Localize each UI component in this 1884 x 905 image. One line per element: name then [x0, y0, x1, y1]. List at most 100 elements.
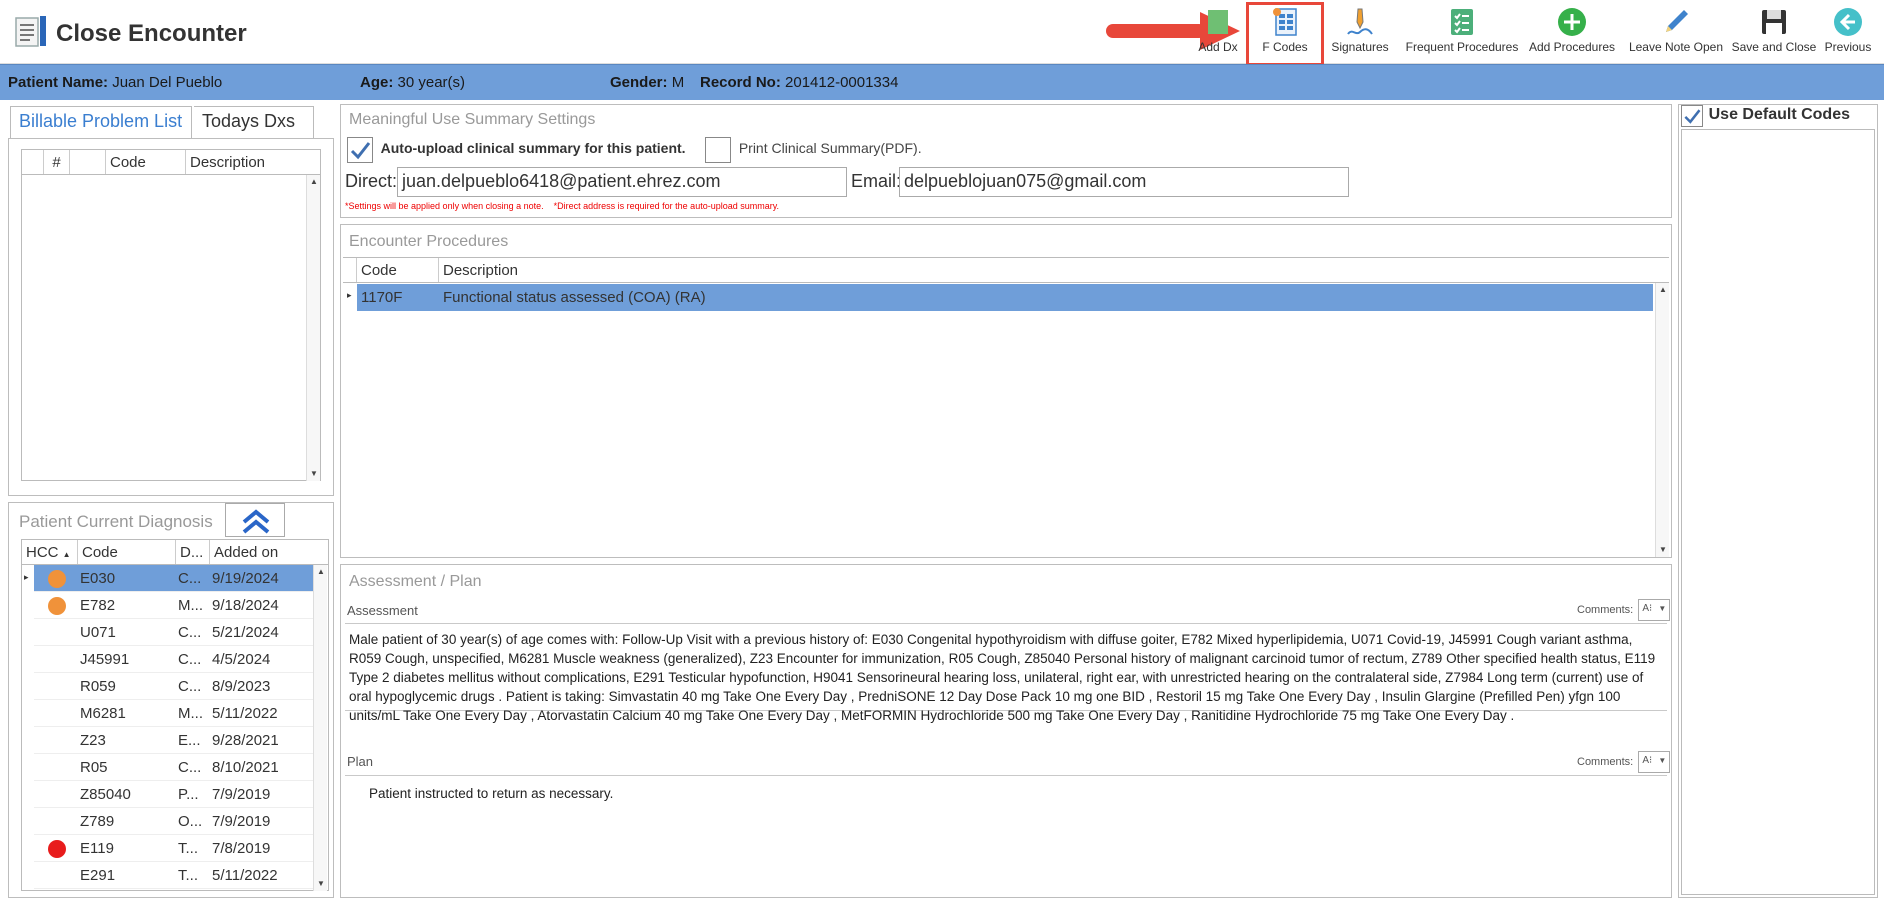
assessment-comments-label: Comments:: [1577, 603, 1634, 616]
diagnosis-description: C...: [178, 678, 202, 695]
assessment-comments-dropdown[interactable]: A⁝ ▼: [1638, 599, 1671, 621]
save-and-close-label: Save and Close: [1731, 40, 1817, 54]
diagnosis-added-on: 7/8/2019: [212, 840, 271, 857]
diagnosis-added-on: 5/21/2024: [212, 624, 279, 641]
direct-address-input[interactable]: juan.delpueblo6418@patient.ehrez.com: [397, 167, 847, 197]
diagnosis-added-on: 7/9/2019: [212, 786, 271, 803]
tab-todays-dxs[interactable]: Todays Dxs: [194, 106, 314, 138]
diagnosis-code: Z789: [80, 813, 115, 830]
scroll-down-icon[interactable]: ▼: [314, 877, 328, 891]
plus-circle-icon: [1558, 8, 1586, 36]
diagnosis-description: C...: [178, 651, 202, 668]
email-input[interactable]: delpueblojuan075@gmail.com: [899, 167, 1349, 197]
collapse-button[interactable]: [225, 503, 285, 537]
diagnosis-description: M...: [178, 597, 203, 614]
add-dx-button[interactable]: Add Dx: [1188, 6, 1248, 62]
diagnosis-description: M...: [178, 705, 203, 722]
print-summary-checkbox[interactable]: [705, 137, 732, 163]
diagnosis-row[interactable]: R05 C... 8/10/2021: [34, 754, 314, 781]
email-label: Email:: [851, 171, 902, 191]
diagnosis-description: P...: [178, 786, 199, 803]
auto-upload-checkbox[interactable]: [347, 137, 373, 163]
assessment-text[interactable]: Male patient of 30 year(s) of age comes …: [345, 623, 1667, 723]
diagnosis-row[interactable]: U071 C... 5/21/2024: [34, 619, 314, 646]
settings-note: *Settings will be applied only when clos…: [345, 201, 780, 211]
save-and-close-button[interactable]: Save and Close: [1730, 6, 1818, 62]
use-default-codes-checkbox[interactable]: [1681, 105, 1703, 127]
procedures-title: Encounter Procedures: [349, 233, 509, 250]
add-procedures-button[interactable]: Add Procedures: [1524, 6, 1620, 62]
double-chevron-up-icon: [242, 509, 270, 534]
diagnosis-row[interactable]: E119 T... 7/8/2019: [34, 835, 314, 862]
diagnosis-row[interactable]: Z23 E... 9/28/2021: [34, 727, 314, 754]
diagnosis-added-on: 8/9/2023: [212, 678, 271, 695]
patient-info-bar: Patient Name: Juan Del Pueblo Age: 30 ye…: [0, 64, 1884, 100]
diagnosis-row[interactable]: E030 C... 9/19/2024: [34, 565, 314, 592]
default-codes-panel: Use Default Codes: [1678, 104, 1878, 898]
plan-comments-dropdown[interactable]: A⁝ ▼: [1638, 751, 1671, 773]
patient-gender: M: [671, 74, 685, 91]
scroll-up-icon[interactable]: ▲: [307, 175, 321, 189]
checklist-icon: [1451, 9, 1473, 35]
col-proc-description: Description: [443, 262, 519, 279]
leave-note-open-label: Leave Note Open: [1628, 40, 1724, 54]
hcc-indicator-dot: [48, 840, 66, 858]
diagnosis-description: T...: [178, 840, 199, 857]
plan-comments-label: Comments:: [1577, 755, 1634, 768]
signatures-button[interactable]: Signatures: [1324, 6, 1396, 62]
use-default-codes-option: Use Default Codes: [1681, 105, 1850, 127]
leave-note-open-button[interactable]: Leave Note Open: [1624, 6, 1728, 62]
diagnosis-code: R05: [80, 759, 108, 776]
col-hcc[interactable]: HCC ▲: [22, 540, 78, 564]
add-dx-label: Add Dx: [1198, 40, 1238, 54]
tab-billable-problem-list[interactable]: Billable Problem List: [10, 106, 192, 138]
patient-age: 30 year(s): [397, 74, 466, 91]
row-pointer-icon: ▸: [24, 572, 29, 582]
procedures-scrollbar[interactable]: ▲ ▼: [1655, 283, 1669, 557]
mu-settings-title: Meaningful Use Summary Settings: [349, 111, 596, 128]
patient-name-label: Patient Name:: [8, 74, 109, 91]
f-codes-button[interactable]: F Codes: [1248, 6, 1322, 62]
diagnosis-row[interactable]: Z789 O... 7/9/2019: [34, 808, 314, 835]
diagnosis-code: E119: [80, 840, 114, 857]
frequent-procedures-button[interactable]: Frequent Procedures: [1402, 6, 1522, 62]
plan-label: Plan: [347, 754, 374, 769]
clipboard-document-icon: [15, 16, 46, 47]
scroll-up-icon[interactable]: ▲: [1656, 283, 1670, 297]
col-number: #: [44, 150, 70, 174]
procedure-row[interactable]: 1170F Functional status assessed (COA) (…: [357, 284, 1653, 311]
billable-problem-panel: # Code Description ▲ ▼: [8, 138, 334, 496]
col-diag-code: Code: [78, 540, 176, 564]
diagnosis-row[interactable]: Z85040 P... 7/9/2019: [34, 781, 314, 808]
check-icon: [1684, 109, 1701, 124]
scroll-down-icon[interactable]: ▼: [307, 467, 321, 481]
diagnosis-grid-scrollbar[interactable]: ▲ ▼: [313, 565, 327, 891]
chevron-down-icon: ▼: [1658, 756, 1667, 765]
chevron-down-icon: ▼: [1658, 604, 1667, 613]
sort-up-icon: ▲: [62, 550, 71, 559]
diagnosis-added-on: 9/18/2024: [212, 597, 279, 614]
signature-pen-icon: [1347, 8, 1373, 35]
diagnosis-code: Z85040: [80, 786, 131, 803]
diagnosis-row[interactable]: J45991 C... 4/5/2024: [34, 646, 314, 673]
diagnosis-code: Z23: [80, 732, 106, 749]
plan-text[interactable]: Patient instructed to return as necessar…: [345, 775, 1667, 893]
scroll-up-icon[interactable]: ▲: [314, 565, 328, 579]
diagnosis-code: R059: [80, 678, 116, 695]
diagnosis-row[interactable]: E782 M... 9/18/2024: [34, 592, 314, 619]
diagnosis-added-on: 5/11/2022: [212, 705, 278, 722]
diagnosis-row[interactable]: R059 C... 8/9/2023: [34, 673, 314, 700]
diagnosis-row[interactable]: M6281 M... 5/11/2022: [34, 700, 314, 727]
auto-upload-label: Auto-upload clinical summary for this pa…: [380, 140, 686, 157]
frequent-procedures-label: Frequent Procedures: [1405, 40, 1519, 54]
diagnosis-grid-header: HCC ▲ Code D... Added on: [21, 539, 329, 565]
problem-grid-scrollbar[interactable]: ▲ ▼: [306, 175, 320, 481]
scroll-down-icon[interactable]: ▼: [1656, 543, 1670, 557]
patient-record-number: 201412-0001334: [785, 74, 899, 91]
pencil-icon: [1666, 10, 1688, 32]
arrow-left-circle-icon: [1834, 8, 1862, 36]
page-title: Close Encounter: [56, 20, 247, 47]
diagnosis-row[interactable]: E291 T... 5/11/2022: [34, 862, 314, 889]
diagnosis-added-on: 9/28/2021: [212, 732, 279, 749]
previous-button[interactable]: Previous: [1820, 6, 1876, 62]
